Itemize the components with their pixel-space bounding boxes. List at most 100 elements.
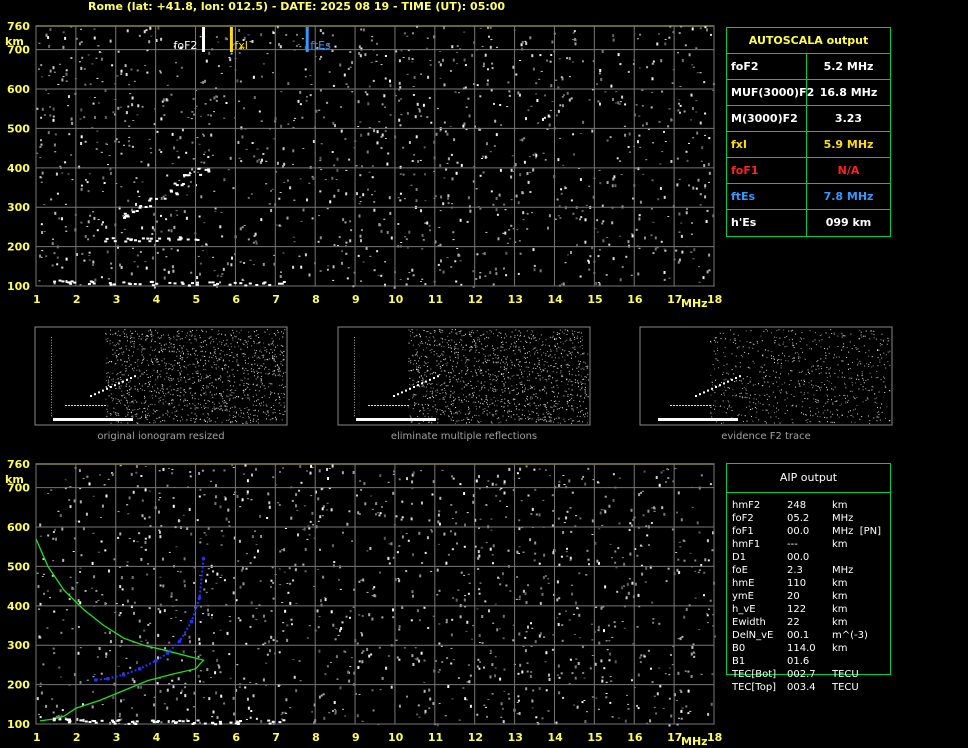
noise-speckle — [458, 92, 460, 94]
noise-speckle — [523, 137, 526, 140]
noise-speckle — [326, 268, 329, 271]
autoscala-ionogram: 1 2 3 4 5 6 7 8 9 10 11 12 13 14 15 16 17 181002003004005… — [5, 20, 722, 310]
thumb-noise — [551, 382, 553, 384]
noise-speckle — [577, 608, 579, 610]
noise-speckle — [88, 251, 91, 254]
thumb-noise — [241, 353, 243, 355]
thumb-noise — [184, 366, 186, 368]
noise-speckle — [637, 673, 640, 677]
noise-speckle — [570, 251, 572, 254]
noise-speckle — [295, 493, 298, 497]
thumb-noise — [256, 394, 258, 396]
thumb-noise — [185, 399, 187, 401]
noise-speckle — [136, 254, 139, 257]
noise-speckle — [641, 490, 644, 492]
thumb-noise — [442, 411, 444, 413]
noise-speckle — [255, 544, 258, 546]
thumb-noise — [217, 407, 219, 409]
noise-speckle — [371, 508, 374, 510]
y-tick-label: 600 — [7, 521, 30, 534]
trace-point — [122, 281, 126, 284]
noise-speckle — [170, 592, 173, 596]
noise-speckle — [309, 94, 312, 97]
thumb-noise — [132, 402, 134, 404]
noise-speckle — [692, 186, 695, 190]
thumb-noise — [151, 340, 153, 342]
noise-speckle — [499, 489, 502, 491]
noise-speckle — [245, 148, 248, 150]
noise-speckle — [70, 154, 73, 156]
noise-speckle — [352, 606, 355, 608]
noise-speckle — [278, 43, 281, 46]
noise-speckle — [36, 107, 39, 110]
thumb-noise — [246, 383, 248, 385]
noise-speckle — [328, 712, 331, 714]
noise-speckle — [490, 190, 493, 193]
noise-speckle — [40, 177, 43, 179]
noise-speckle — [361, 615, 364, 617]
noise-speckle — [340, 106, 343, 109]
noise-speckle — [319, 236, 322, 240]
thumb-noise — [237, 364, 238, 366]
noise-speckle — [379, 224, 382, 227]
noise-speckle — [472, 500, 475, 504]
noise-speckle — [408, 57, 411, 60]
thumb-noise — [199, 345, 201, 347]
thumb-noise — [144, 398, 146, 399]
thumb-noise — [115, 357, 117, 359]
noise-speckle — [549, 110, 552, 111]
noise-speckle — [128, 84, 131, 86]
noise-speckle — [219, 281, 221, 284]
noise-speckle — [201, 250, 204, 252]
noise-speckle — [683, 615, 686, 619]
noise-speckle — [360, 579, 363, 581]
thumb-noise — [133, 346, 135, 348]
noise-speckle — [232, 187, 235, 190]
noise-speckle — [352, 471, 355, 474]
thumb-noise — [521, 386, 523, 388]
noise-speckle — [131, 587, 134, 591]
trace-point — [150, 719, 154, 722]
noise-speckle — [531, 507, 534, 511]
noise-speckle — [286, 582, 289, 584]
thumb-noise — [169, 343, 171, 345]
thumb-noise — [237, 414, 239, 416]
noise-speckle — [645, 566, 648, 570]
noise-speckle — [459, 260, 462, 262]
noise-speckle — [652, 618, 655, 620]
noise-speckle — [147, 623, 150, 626]
noise-speckle — [620, 174, 623, 176]
noise-speckle — [468, 680, 471, 684]
thumb-noise — [489, 329, 491, 331]
noise-speckle — [430, 121, 433, 124]
thumb-noise — [254, 414, 256, 416]
thumb-trace — [51, 339, 52, 341]
thumb-noise — [149, 354, 151, 356]
trace-point — [194, 238, 198, 241]
thumb-noise — [144, 410, 146, 412]
noise-speckle — [668, 674, 671, 676]
thumb-noise — [275, 356, 277, 358]
thumb-noise — [187, 374, 189, 376]
thumb-noise — [202, 413, 204, 415]
noise-speckle — [376, 141, 379, 145]
noise-speckle — [442, 270, 445, 274]
noise-speckle — [446, 132, 449, 136]
thumb-noise — [535, 368, 537, 369]
noise-speckle — [520, 500, 523, 502]
trace-point — [208, 281, 212, 284]
noise-speckle — [482, 171, 485, 174]
noise-speckle — [450, 153, 453, 156]
noise-speckle — [304, 253, 307, 257]
noise-speckle — [49, 28, 52, 32]
noise-speckle — [141, 514, 144, 518]
thumb-noise — [120, 359, 122, 361]
noise-speckle — [451, 177, 454, 181]
thumb-noise — [278, 370, 280, 372]
thumb-noise — [262, 411, 264, 413]
x-tick-label: 8 — [312, 293, 320, 306]
noise-speckle — [39, 636, 42, 639]
thumb-trace — [51, 393, 52, 395]
thumb-noise — [519, 335, 521, 337]
thumb-noise — [112, 380, 114, 382]
